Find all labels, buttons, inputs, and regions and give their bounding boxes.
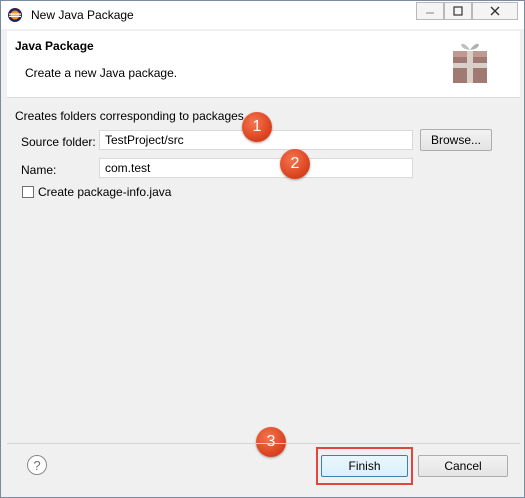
source-folder-label: Source folder: xyxy=(21,135,96,149)
page-title: Java Package xyxy=(15,39,94,53)
package-gift-icon xyxy=(453,43,487,83)
footer-separator xyxy=(7,443,520,444)
maximize-icon xyxy=(453,6,463,16)
title-bar: New Java Package xyxy=(1,1,524,29)
new-java-package-dialog: New Java Package Java Package Create a n… xyxy=(0,0,525,498)
close-button[interactable] xyxy=(472,2,518,20)
name-input[interactable]: com.test xyxy=(99,158,413,178)
maximize-button[interactable] xyxy=(444,2,472,20)
wizard-header: Java Package Create a new Java package. xyxy=(7,31,520,98)
wizard-content: Creates folders corresponding to package… xyxy=(7,100,520,443)
browse-button[interactable]: Browse... xyxy=(420,129,492,151)
cancel-button[interactable]: Cancel xyxy=(418,455,508,477)
help-button[interactable]: ? xyxy=(27,455,47,475)
minimize-icon xyxy=(426,12,434,14)
close-icon xyxy=(490,6,500,16)
window-title: New Java Package xyxy=(31,8,134,22)
name-label: Name: xyxy=(21,163,57,177)
package-info-checkbox[interactable] xyxy=(22,186,34,198)
step-marker-1: 1 xyxy=(242,112,272,142)
step-marker-2: 2 xyxy=(280,149,310,179)
finish-button[interactable]: Finish xyxy=(321,455,408,477)
eclipse-icon xyxy=(8,8,22,22)
minimize-button[interactable] xyxy=(416,2,444,20)
package-info-label: Create package-info.java xyxy=(38,185,172,199)
info-text: Creates folders corresponding to package… xyxy=(15,109,248,123)
step-marker-3: 3 xyxy=(256,427,286,457)
page-description: Create a new Java package. xyxy=(25,66,178,80)
